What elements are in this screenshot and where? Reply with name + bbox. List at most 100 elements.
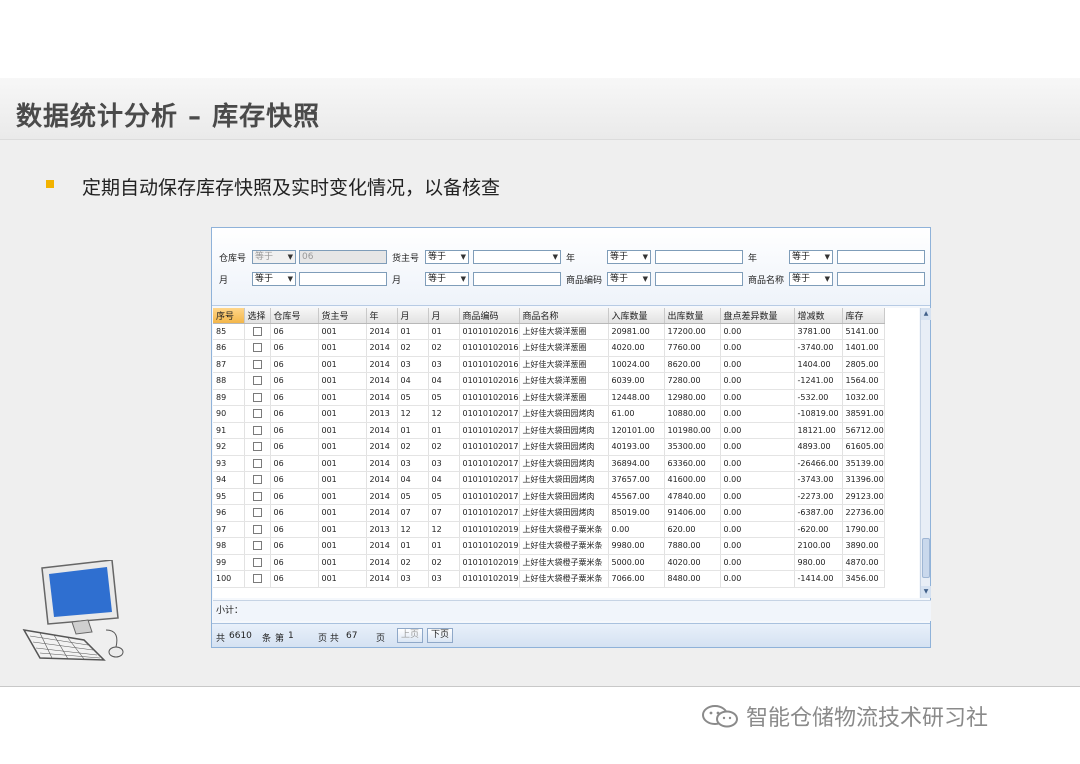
year-end-operator-select[interactable]: 等于 ▼ bbox=[789, 250, 833, 264]
month-end-input[interactable] bbox=[473, 272, 561, 286]
row-select-checkbox[interactable] bbox=[252, 442, 262, 452]
table-cell: 01 bbox=[428, 537, 460, 555]
table-row[interactable]: 93 06 001 2014 03 03 01010102017 上好佳大袋田园烤肉 36894… bbox=[213, 455, 885, 472]
scroll-down-icon[interactable]: ▼ bbox=[921, 586, 931, 598]
row-select-checkbox[interactable] bbox=[252, 541, 262, 551]
scroll-up-icon[interactable]: ▲ bbox=[921, 308, 931, 320]
column-header[interactable]: 仓库号 bbox=[270, 308, 319, 324]
column-header[interactable]: 商品名称 bbox=[519, 308, 609, 324]
month-operator-select[interactable]: 等于 ▼ bbox=[252, 272, 296, 286]
product-code-input[interactable] bbox=[655, 272, 743, 286]
footer: 智能仓储物流技术研习社 bbox=[700, 700, 988, 732]
table-cell: 6039.00 bbox=[608, 372, 665, 390]
table-cell: 12448.00 bbox=[608, 389, 665, 406]
row-select-checkbox[interactable] bbox=[252, 574, 262, 584]
table-cell: 001 bbox=[318, 356, 367, 373]
table-cell: 1401.00 bbox=[842, 339, 885, 357]
table-row[interactable]: 99 06 001 2014 02 02 01010102019 上好佳大袋橙子粟米条 5000… bbox=[213, 554, 885, 571]
table-row[interactable]: 88 06 001 2014 04 04 01010102016 上好佳大袋洋葱圈 6039.0… bbox=[213, 372, 885, 390]
year-input[interactable] bbox=[655, 250, 743, 264]
table-cell: 87 bbox=[213, 356, 245, 373]
table-cell: 07 bbox=[397, 504, 429, 522]
column-header[interactable]: 序号 bbox=[213, 308, 245, 324]
table-cell: 02 bbox=[397, 438, 429, 456]
column-header[interactable]: 商品编码 bbox=[459, 308, 520, 324]
month-label: 月 bbox=[219, 276, 229, 286]
row-select-checkbox[interactable] bbox=[252, 376, 262, 386]
row-select-checkbox[interactable] bbox=[252, 392, 262, 402]
table-cell: 61.00 bbox=[608, 405, 665, 423]
pager-total-unit: 条 bbox=[262, 634, 272, 644]
table-row[interactable]: 90 06 001 2013 12 12 01010102017 上好佳大袋田园烤肉 61.00… bbox=[213, 405, 885, 423]
row-select-checkbox[interactable] bbox=[252, 409, 262, 419]
table-cell: -3740.00 bbox=[794, 339, 843, 357]
table-cell: 01010102019 bbox=[459, 537, 520, 555]
column-header[interactable]: 增减数 bbox=[794, 308, 843, 324]
row-select-checkbox[interactable] bbox=[252, 557, 262, 567]
row-select-checkbox[interactable] bbox=[252, 475, 262, 485]
table-row[interactable]: 92 06 001 2014 02 02 01010102017 上好佳大袋田园烤肉 40193… bbox=[213, 438, 885, 456]
row-select-checkbox[interactable] bbox=[252, 425, 262, 435]
table-cell: 2014 bbox=[366, 323, 398, 340]
table-cell: 7066.00 bbox=[608, 570, 665, 588]
row-select-checkbox[interactable] bbox=[252, 359, 262, 369]
owner-operator-select[interactable]: 等于 ▼ bbox=[425, 250, 469, 264]
row-select-checkbox[interactable] bbox=[252, 508, 262, 518]
owner-select[interactable]: ▼ bbox=[473, 250, 561, 264]
table-row[interactable]: 94 06 001 2014 04 04 01010102017 上好佳大袋田园烤肉 37657… bbox=[213, 471, 885, 489]
table-row[interactable]: 86 06 001 2014 02 02 01010102016 上好佳大袋洋葱圈 4020.0… bbox=[213, 339, 885, 357]
column-header[interactable]: 入库数量 bbox=[608, 308, 665, 324]
column-header[interactable]: 年 bbox=[366, 308, 398, 324]
table-cell: 4893.00 bbox=[794, 438, 843, 456]
column-header[interactable]: 货主号 bbox=[318, 308, 367, 324]
vertical-scrollbar[interactable]: ▲ ▼ bbox=[920, 308, 931, 598]
column-header[interactable]: 盘点差异数量 bbox=[720, 308, 795, 324]
table-row[interactable]: 85 06 001 2014 01 01 01010102016 上好佳大袋洋葱圈 20981.… bbox=[213, 323, 885, 340]
product-code-operator-select[interactable]: 等于 ▼ bbox=[607, 272, 651, 286]
footer-text: 智能仓储物流技术研习社 bbox=[746, 706, 989, 731]
column-header[interactable]: 库存 bbox=[842, 308, 885, 324]
scroll-thumb[interactable] bbox=[922, 538, 930, 578]
table-row[interactable]: 97 06 001 2013 12 12 01010102019 上好佳大袋橙子粟米条 0.00… bbox=[213, 521, 885, 538]
column-header[interactable]: 月 bbox=[428, 308, 460, 324]
table-row[interactable]: 100 06 001 2014 03 03 01010102019 上好佳大袋橙子粟米条 706… bbox=[213, 570, 885, 588]
table-cell: 上好佳大袋橙子粟米条 bbox=[519, 554, 609, 571]
product-name-operator-select[interactable]: 等于 ▼ bbox=[789, 272, 833, 286]
warehouse-operator-select[interactable]: 等于 ▼ bbox=[252, 250, 296, 264]
prev-page-button[interactable]: 上页 bbox=[397, 628, 424, 643]
table-row[interactable]: 87 06 001 2014 03 03 01010102016 上好佳大袋洋葱圈 10024.… bbox=[213, 356, 885, 373]
table-cell: 01010102016 bbox=[459, 339, 520, 357]
table-cell: 35139.00 bbox=[842, 455, 885, 472]
product-name-input[interactable] bbox=[837, 272, 925, 286]
row-select-cell bbox=[244, 521, 271, 538]
year-end-input[interactable] bbox=[837, 250, 925, 264]
table-row[interactable]: 98 06 001 2014 01 01 01010102019 上好佳大袋橙子粟米条 9980… bbox=[213, 537, 885, 555]
table-row[interactable]: 89 06 001 2014 05 05 01010102016 上好佳大袋洋葱圈 12448.… bbox=[213, 389, 885, 406]
chevron-down-icon: ▼ bbox=[824, 275, 830, 283]
table-cell: 上好佳大袋洋葱圈 bbox=[519, 372, 609, 390]
table-cell: 01010102017 bbox=[459, 471, 520, 489]
table-cell: 01 bbox=[397, 422, 429, 439]
chevron-down-icon: ▼ bbox=[460, 253, 466, 261]
row-select-checkbox[interactable] bbox=[252, 326, 262, 336]
table-row[interactable]: 96 06 001 2014 07 07 01010102017 上好佳大袋田园烤肉 85019… bbox=[213, 504, 885, 522]
table-cell: 47840.00 bbox=[664, 488, 721, 505]
next-page-button[interactable]: 下页 bbox=[427, 628, 454, 643]
table-cell: 01010102017 bbox=[459, 504, 520, 522]
year-end-operator-value: 等于 bbox=[792, 252, 811, 262]
row-select-checkbox[interactable] bbox=[252, 491, 262, 501]
row-select-checkbox[interactable] bbox=[252, 343, 262, 353]
table-row[interactable]: 95 06 001 2014 05 05 01010102017 上好佳大袋田园烤肉 45567… bbox=[213, 488, 885, 505]
table-cell: -532.00 bbox=[794, 389, 843, 406]
column-header[interactable]: 出库数量 bbox=[664, 308, 721, 324]
warehouse-input[interactable]: 06 bbox=[299, 250, 387, 264]
month-end-operator-select[interactable]: 等于 ▼ bbox=[425, 272, 469, 286]
filter-panel: 仓库号 等于 ▼ 06 货主号 等于 ▼ ▼ 年 等于 ▼ 年 等于 ▼ 月 等于 ▼ 月… bbox=[212, 228, 930, 306]
column-header[interactable]: 选择 bbox=[244, 308, 271, 324]
month-input[interactable] bbox=[299, 272, 387, 286]
year-operator-select[interactable]: 等于 ▼ bbox=[607, 250, 651, 264]
column-header[interactable]: 月 bbox=[397, 308, 429, 324]
row-select-checkbox[interactable] bbox=[252, 458, 262, 468]
table-row[interactable]: 91 06 001 2014 01 01 01010102017 上好佳大袋田园烤肉 12010… bbox=[213, 422, 885, 439]
row-select-checkbox[interactable] bbox=[252, 524, 262, 534]
